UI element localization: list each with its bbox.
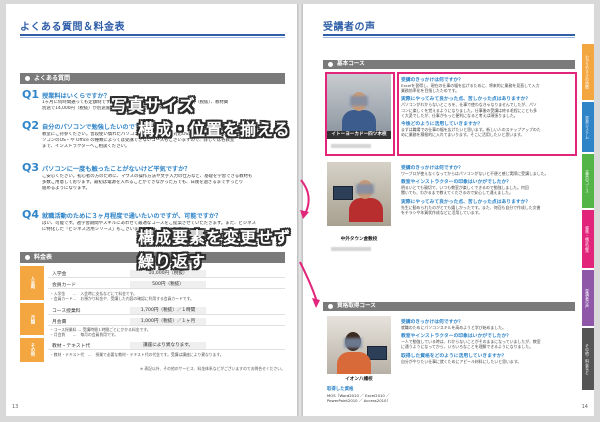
title-rule (323, 34, 575, 36)
page-number-left: 13 (12, 404, 19, 410)
fee-row-key: コース授業料 (52, 309, 81, 314)
page-title-faq: よくある質問＆料金表 (20, 22, 125, 33)
answer-body: 自分がやりたい仕事に就くためにアピール材料にしたいと思います。 (401, 359, 587, 364)
title-rule (20, 34, 285, 36)
fee-row-key: 入学金 (52, 272, 67, 277)
side-tab[interactable]: わかりやすさの特徴 (582, 44, 594, 100)
annotation-text: 構成要素を変更せず (138, 228, 292, 247)
photo-face-blur (356, 184, 374, 194)
photo-monitor (367, 346, 387, 360)
qualification-line: PowerPoint2010 ／ Access2010） (327, 398, 391, 403)
answer-body: 先生に勧められたのがとても嬉しかったです。また、何回も自分で作成した文書 をチラシ… (401, 205, 587, 215)
answer-line: 就職のためにパソコンスキルを高めようと学び始めました。 (401, 325, 506, 330)
answer-line: ワープロが使えなくなってからはパソコンがないと不便と感じ実際に受講しました。 (401, 171, 549, 176)
photo-caption: イオン八幡校 (327, 376, 391, 384)
answer-line: 自分がやりたい仕事に就くためにアピール材料にしたいと思います。 (401, 358, 522, 364)
q3-text: パソコンに一度も触ったことがないけど平気ですか？ (42, 166, 191, 173)
answer-body: 就職のためにパソコンスキルを高めようと学び始めました。 (401, 325, 587, 330)
q4-text: 就職活動のために３ヶ月程度で通いたいのですが、可能ですか？ (42, 213, 222, 220)
fee-section-label: 料金表 (34, 254, 53, 261)
fee-note: ・月会費 … 毎月の会員費用です。 (50, 332, 118, 337)
q2-body-line: まで、インストラクターへご相談ください。 (42, 144, 130, 150)
title-rule-thin (323, 37, 575, 38)
fee-row-value: 1,000円（税抜）／１ヶ月 (130, 318, 206, 325)
fee-row: 教材・テキスト代 講座により異なります。 (48, 340, 285, 350)
side-tab[interactable]: 資格・検定対策 (582, 210, 594, 268)
brochure-spread: よくある質問＆料金表 よくある質問 Q1 授業料はいくらですか？ 1ヶ月に何時間… (6, 4, 594, 416)
page-number-right: 14 (581, 404, 588, 410)
answer-line: をチラシや年賀状作成などに活用しています。 (401, 209, 483, 215)
fee-row-value: 講座により異なります。 (130, 342, 206, 349)
side-tab[interactable]: 受講者の声 (582, 270, 594, 326)
q3-label: Q3 (22, 161, 40, 174)
answer-line: に通うようになってから、いろいろなことを理解できるようになりました。 (401, 344, 534, 350)
redacted-name (331, 247, 371, 251)
fee-category-monthly: 月額 (20, 303, 44, 335)
answer-question: 受講のきっかけは何ですか？ (401, 320, 464, 325)
qualification-label: 取得した資格 (327, 387, 354, 392)
fee-row-key: 月会費 (52, 320, 67, 325)
fee-row: コース授業料 1,700円（税抜）／１時間 (48, 305, 285, 315)
photo-person-body (337, 352, 371, 374)
fee-note: ・教材・テキスト代 … 授業で必要な教材・テキスト代の代金です。受講は講座により… (50, 352, 224, 357)
right-page: 受講者の声 基本コース イトーヨーカドー四ツ木校 受講のきっかけは何ですか？ E… (303, 4, 594, 416)
fee-row-value: 500円（税抜） (130, 281, 206, 288)
fee-row: 会員カード 500円（税抜） (48, 279, 285, 289)
side-tab[interactable]: 充実のコース (582, 154, 594, 208)
q1-text: 授業料はいくらですか？ (42, 93, 110, 100)
side-tab[interactable]: 学習システム (582, 102, 594, 152)
answer-line: 聞いても、わかるまで教えてくださるので安心して通えました。 (401, 190, 513, 196)
qualification-value: MOS（Word2010 ／ Excel2010 ／ PowerPoint201… (327, 393, 390, 403)
faq-section-label: よくある質問 (34, 75, 71, 82)
q2-text: 自分のパソコンで勉強したいのですが… (42, 124, 154, 131)
testimonial-answers: 受講のきっかけは何ですか？ ワープロが使えなくなってからはパソコンがないと不便と… (401, 164, 587, 217)
testimonial-answers: 受講のきっかけは何ですか？ 就職のためにパソコンスキルを高めようと学び始めました… (401, 318, 587, 366)
q3-body: ご安心ください。初心者の方のために、マウスの操作方法や文字入力の仕方など、基礎を… (42, 174, 282, 193)
course-label: 資格取得コース (337, 303, 376, 309)
fee-category-other: その他 (20, 338, 44, 362)
faq-section-bar: よくある質問 (20, 73, 285, 84)
q1-label: Q1 (22, 88, 40, 101)
q3-body-line: 組めるようになります。 (42, 186, 90, 192)
highlight-text-box (397, 72, 577, 156)
answer-body: 明るいとても親切で、いつも教室が楽しくできるので勉強しました。何回 聞いても、わか… (401, 185, 587, 195)
fee-footnote: ※ 表記以外、その他のサービス、料金体系などがございますのでお問合せください。 (140, 366, 285, 371)
highlight-photo-box (325, 72, 395, 156)
title-rule-thin (20, 37, 285, 38)
answer-question: 取得した資格をどのように活用していきますか？ (401, 353, 507, 359)
q4-label: Q4 (22, 208, 40, 221)
photo-face-blur (344, 338, 362, 348)
side-tab[interactable]: その他・料金など (582, 328, 594, 390)
photo-person-body (349, 198, 383, 222)
fee-row-key: 教材・テキスト代 (52, 344, 91, 349)
fee-row: 月会費 1,000円（税抜）／１ヶ月 (48, 316, 285, 326)
q2-label: Q2 (22, 119, 40, 132)
student-photo (327, 162, 391, 226)
annotation-text: 構成・位置を揃える (138, 120, 291, 139)
fee-row-key: 会員カード (52, 283, 76, 288)
fee-row-value: 1,700円（税抜）／１時間 (130, 307, 206, 314)
page-title-voices: 受講者の声 (323, 22, 376, 33)
course-bar-certification: 資格取得コース (323, 302, 575, 311)
answer-question: 教室やインストラクターの印象はいかがでしたか？ (401, 180, 512, 186)
annotation-text: 写真サイズ (111, 96, 196, 115)
photo-caption: 中外タウン倉敷校 (327, 236, 391, 244)
fee-category-joining: 入会時 (20, 266, 44, 300)
course-label: 基本コース (337, 61, 365, 67)
answer-body: ワープロが使えなくなってからはパソコンがないと不便と感じ実際に受講しました。 (401, 171, 587, 176)
fee-note: ・会員カード… お預かり料金や、受講した内容の確認に利用する会員カードです。 (50, 296, 194, 301)
answer-body: 一人で勉強している時は、わからないことがそのままになっていましたが、教室 に通うよ… (401, 339, 587, 349)
student-photo (327, 316, 391, 374)
answer-question: 受講のきっかけは何ですか？ (401, 166, 464, 171)
answer-question: 教室やインストラクターの印象はいかがでしたか？ (401, 334, 512, 340)
left-page: よくある質問＆料金表 よくある質問 Q1 授業料はいくらですか？ 1ヶ月に何時間… (6, 4, 297, 416)
answer-question: 実際にやってみて良かった点、苦しかった点はありますか？ (401, 199, 531, 205)
course-bar-basic: 基本コース (323, 60, 575, 69)
photo-monitor (333, 186, 353, 200)
annotation-text: 繰り返す (138, 252, 207, 271)
